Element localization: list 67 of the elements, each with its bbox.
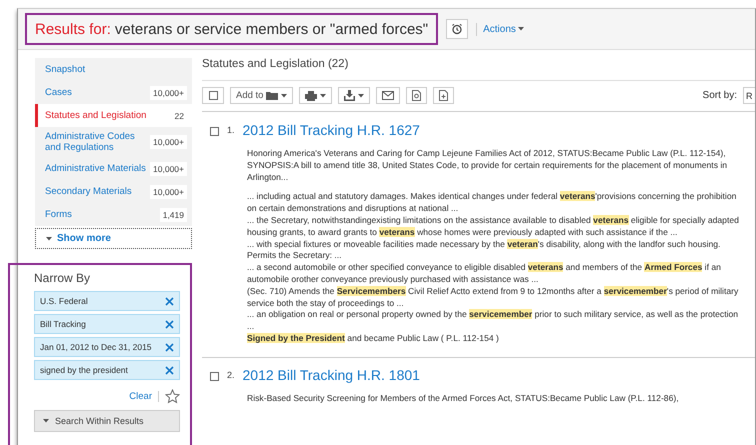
add-to-button[interactable]: Add to: [230, 87, 294, 104]
document-button[interactable]: [433, 87, 454, 104]
clear-link[interactable]: Clear: [129, 391, 159, 402]
results-for-label: Results for:: [35, 20, 111, 38]
query-text: veterans or service members or "armed forces": [114, 20, 428, 38]
caret-icon: [518, 27, 524, 31]
close-icon[interactable]: [165, 320, 174, 328]
filter-label: signed by the president: [40, 365, 128, 375]
result-checkbox[interactable]: [210, 127, 219, 136]
close-icon[interactable]: [165, 342, 174, 352]
folder-icon: [266, 91, 278, 100]
result-number: 2.: [227, 370, 235, 380]
count-badge: 10,000+: [150, 162, 187, 176]
result-summary: Honoring America's Veterans and Caring for Camp Lejeune Families Act of 2012, STATUS:Became Public Law (P.L. 112-154), SYNOPSIS:A bill to amend title 38, United States Code, to provide for certain requirements for the placement of monuments in Arlington...: [247, 148, 728, 184]
alert-button[interactable]: [446, 19, 468, 39]
caret-icon: [46, 236, 52, 240]
category-item[interactable]: Forms 1,419: [35, 203, 192, 226]
category-item[interactable]: Statutes and Legislation 22: [35, 104, 192, 127]
caret-icon: [320, 94, 326, 98]
result-title-link[interactable]: 2012 Bill Tracking H.R. 1627: [242, 122, 420, 138]
document-icon: [412, 90, 422, 101]
download-icon: [344, 90, 356, 101]
close-icon[interactable]: [165, 296, 174, 306]
category-item[interactable]: Cases 10,000+: [35, 81, 192, 104]
count-badge: 1,419: [160, 208, 187, 222]
result-snippet: ... the Secretary, notwithstandingexisting limitations on the assistance available to disabled veterans eligible for specially adapted housing grants, to award grants to veterans whose homes were previously adapted with such assistance if the ...: [247, 214, 740, 239]
result-summary: Risk-Based Security Screening for Members of the Armed Forces Act, STATUS:Became Public Law (P.L. 112-86),: [247, 392, 680, 405]
count-badge: 10,000+: [150, 135, 187, 149]
actions-menu[interactable]: Actions: [476, 22, 530, 36]
search-within-bar[interactable]: Search Within Results: [34, 410, 180, 432]
print-button[interactable]: [299, 87, 332, 104]
filter-label: U.S. Federal: [40, 296, 88, 306]
result-snippet: Signed by the President and became Public Law ( P.L. 112-154 ): [247, 332, 500, 345]
count-badge: 10,000+: [150, 86, 187, 100]
search-within-label: Search Within Results: [55, 416, 144, 426]
document-icon: [439, 90, 448, 101]
filter-label: Bill Tracking: [40, 319, 86, 329]
result-snippet: ... a second automobile or other specified conveyance to eligible disabled veterans and members of the Armed Forces if an automobile orother conveyance previously purchased with assistance was ...: [247, 262, 722, 286]
close-icon[interactable]: [165, 366, 174, 374]
caret-icon: [43, 419, 49, 423]
narrow-by-title: Narrow By: [34, 271, 92, 285]
document-button[interactable]: [406, 87, 428, 104]
result-number: 1.: [227, 125, 235, 135]
category-item[interactable]: Administrative Materials 10,000+: [35, 157, 192, 180]
result-snippet: (Sec. 710) Amends the Servicemembers Civil Relief Actto extend from 9 to 12months after a servicemember's period of military service both the stay of proceedings to ...: [247, 286, 740, 310]
filter-label: Jan 01, 2012 to Dec 31, 2015: [40, 342, 152, 352]
category-item[interactable]: Secondary Materials 10,000+: [35, 180, 192, 203]
result-title-link[interactable]: 2012 Bill Tracking H.R. 1801: [242, 366, 420, 383]
envelope-icon: [382, 91, 394, 100]
caret-icon: [281, 94, 288, 98]
show-more-button[interactable]: Show more: [35, 228, 192, 249]
alarm-clock-icon: [451, 23, 464, 35]
sort-dropdown[interactable]: R: [743, 87, 755, 104]
result-snippet: ... including actual and statutory damages. Makes identical changes under federal veterans'provisions concerning the prohibition on certain demonstrations and disruptions at national ...: [247, 191, 738, 215]
result-snippet: ... with special fixtures or moveable facilities made necessary by the veteran's disability, along with the landfor such housing. Permits the Secretary: ...: [247, 238, 722, 262]
caret-icon: [358, 94, 364, 98]
select-all-checkbox[interactable]: [202, 87, 224, 104]
result-snippet: ... an obligation on real or personal property owned by the servicemember prior to such military service, as well as the protection ...: [247, 309, 740, 333]
category-item[interactable]: Snapshot: [35, 58, 192, 81]
download-button[interactable]: [338, 87, 370, 104]
email-button[interactable]: [376, 87, 400, 104]
star-icon[interactable]: [165, 389, 180, 404]
result-checkbox[interactable]: [210, 372, 219, 381]
sort-label: Sort by:: [702, 90, 737, 101]
count-badge: 10,000+: [150, 184, 187, 198]
results-heading: Statutes and Legislation (22): [202, 58, 755, 81]
category-item[interactable]: Administrative Codes and Regulations 10,000+: [35, 127, 192, 157]
